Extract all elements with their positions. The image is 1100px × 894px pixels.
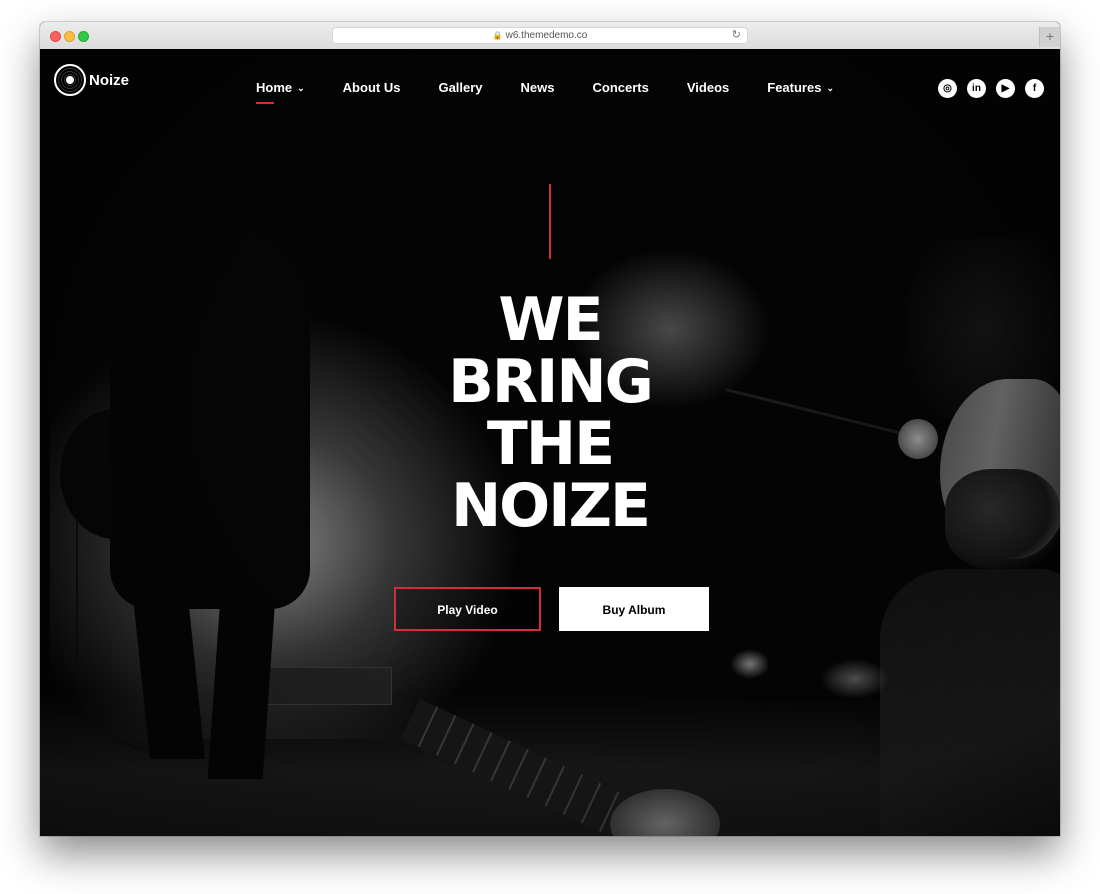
reload-icon[interactable]: ↻ <box>732 28 741 43</box>
nav-item-label: Home <box>256 80 293 95</box>
url-text: w6.themedemo.co <box>505 30 588 41</box>
nav-item-features[interactable]: Features ⌄ <box>767 80 834 95</box>
nav-item-about-us[interactable]: About Us <box>343 80 401 95</box>
hero-headline: WE BRING THE NOIZE <box>400 289 700 537</box>
headline-line: BRING <box>448 347 654 417</box>
youtube-icon[interactable]: ▶ <box>996 79 1015 98</box>
nav-item-videos[interactable]: Videos <box>687 80 729 95</box>
close-window-button[interactable] <box>50 31 61 42</box>
accent-divider <box>549 184 551 259</box>
vinyl-record-icon <box>54 64 86 96</box>
play-video-button[interactable]: Play Video <box>394 587 541 631</box>
browser-window: 🔒 w6.themedemo.co ↻ + Noize Home ⌄ About… <box>40 22 1060 836</box>
nav-item-label: Concerts <box>592 80 649 95</box>
address-bar[interactable]: 🔒 w6.themedemo.co ↻ <box>332 27 748 44</box>
nav-item-home[interactable]: Home ⌄ <box>256 80 305 104</box>
nav-item-label: About Us <box>342 80 401 95</box>
linkedin-icon[interactable]: in <box>967 79 986 98</box>
lock-icon: 🔒 <box>492 31 503 40</box>
minimize-window-button[interactable] <box>64 31 75 42</box>
nav-item-gallery[interactable]: Gallery <box>438 80 482 95</box>
nav-item-label: Videos <box>686 80 730 95</box>
chevron-down-icon: ⌄ <box>297 83 305 93</box>
page-viewport: Noize Home ⌄ About Us Gallery News Concer… <box>40 49 1060 836</box>
headline-line: NOIZE <box>450 471 651 541</box>
chevron-down-icon: ⌄ <box>826 83 835 93</box>
browser-titlebar: 🔒 w6.themedemo.co ↻ + <box>40 22 1060 50</box>
nav-item-label: Gallery <box>438 80 483 95</box>
site-logo[interactable]: Noize <box>54 64 129 96</box>
nav-item-news[interactable]: News <box>521 80 555 95</box>
headline-line: WE <box>498 285 603 355</box>
headline-line: THE <box>486 409 615 479</box>
nav-item-concerts[interactable]: Concerts <box>593 80 649 95</box>
maximize-window-button[interactable] <box>78 31 89 42</box>
new-tab-button[interactable]: + <box>1039 27 1060 47</box>
main-navigation: Home ⌄ About Us Gallery News Concerts Vid… <box>256 80 872 104</box>
social-links: ◎ in ▶ f <box>938 79 1044 98</box>
nav-item-label: Features <box>767 80 822 95</box>
buy-album-button[interactable]: Buy Album <box>559 587 709 631</box>
nav-item-label: News <box>520 80 555 95</box>
instagram-icon[interactable]: ◎ <box>938 79 957 98</box>
facebook-icon[interactable]: f <box>1025 79 1044 98</box>
logo-text: Noize <box>89 71 130 89</box>
